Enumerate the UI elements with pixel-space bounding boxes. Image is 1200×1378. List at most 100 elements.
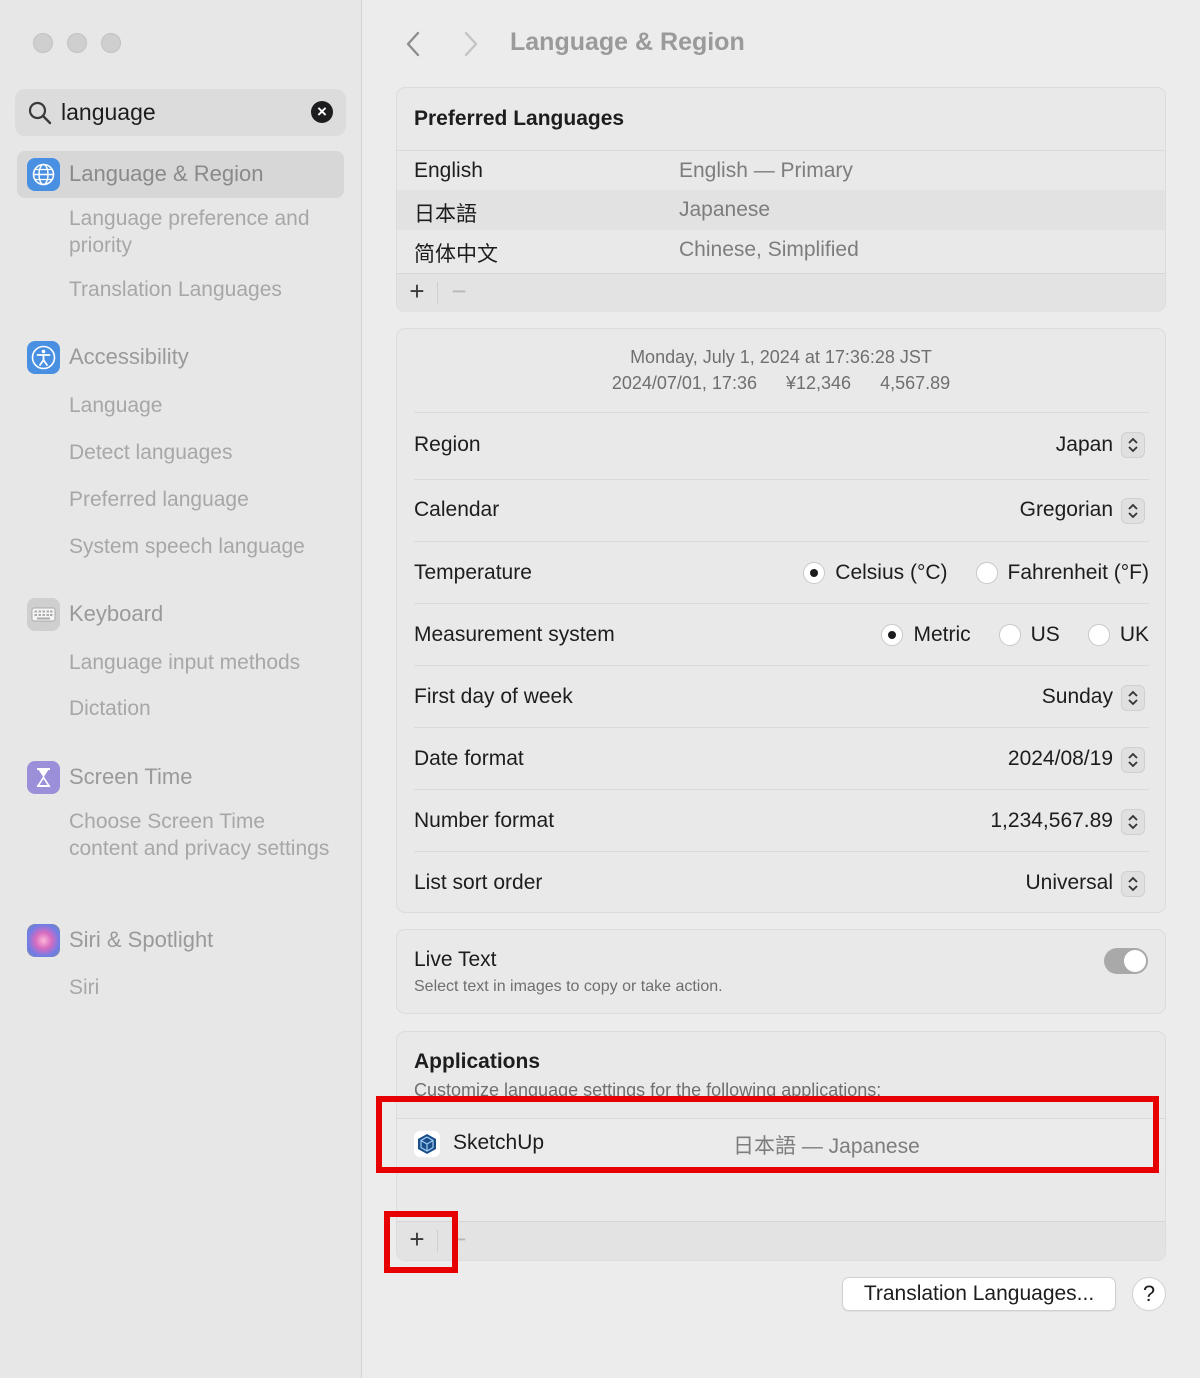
chevron-updown-icon[interactable] xyxy=(1121,498,1145,524)
sidebar-subitem[interactable]: Translation Languages xyxy=(69,276,339,303)
radio-button[interactable] xyxy=(998,624,1021,646)
minimize-window-button[interactable] xyxy=(67,33,87,53)
sidebar: × Language & Region Language preference … xyxy=(0,0,362,1378)
live-text-toggle[interactable] xyxy=(1104,948,1148,974)
number-format-select[interactable]: 1,234,567.89 xyxy=(990,809,1113,833)
sidebar-subitem[interactable]: Language input methods xyxy=(69,649,339,676)
row-label: Calendar xyxy=(414,498,500,521)
sidebar-item-siri-spotlight[interactable]: Siri & Spotlight xyxy=(17,917,344,964)
sort-order-row: List sort order Universal xyxy=(414,851,1149,914)
calendar-select[interactable]: Gregorian xyxy=(1020,498,1113,522)
highlight-box-add-button xyxy=(384,1211,458,1273)
row-label: Temperature xyxy=(414,561,532,584)
chevron-updown-icon[interactable] xyxy=(1121,747,1145,773)
sidebar-item-accessibility[interactable]: Accessibility xyxy=(17,334,344,381)
radio-label: Celsius (°C) xyxy=(835,561,948,584)
zoom-window-button[interactable] xyxy=(101,33,121,53)
sidebar-item-language-region[interactable]: Language & Region xyxy=(17,151,344,198)
sidebar-subitem[interactable]: Siri xyxy=(69,974,339,1001)
globe-icon xyxy=(27,158,60,191)
radio-button[interactable] xyxy=(803,562,826,584)
sidebar-subitem[interactable]: Language xyxy=(69,392,339,419)
back-chevron-icon[interactable] xyxy=(398,29,428,59)
close-window-button[interactable] xyxy=(33,33,53,53)
row-label: First day of week xyxy=(414,685,573,708)
highlight-box-sketchup-row xyxy=(376,1096,1159,1173)
language-row[interactable]: 简体中文 Chinese, Simplified xyxy=(397,230,1165,270)
live-text-description: Select text in images to copy or take ac… xyxy=(414,978,723,995)
language-name: 简体中文 xyxy=(414,243,498,266)
live-text-panel: Live Text Select text in images to copy … xyxy=(396,929,1166,1014)
language-desc: Chinese, Simplified xyxy=(679,238,859,261)
sidebar-item-screen-time[interactable]: Screen Time xyxy=(17,754,344,801)
page-title: Language & Region xyxy=(510,28,745,56)
translation-languages-button[interactable]: Translation Languages... xyxy=(842,1277,1116,1311)
chevron-updown-icon[interactable] xyxy=(1121,432,1145,458)
date-format-select[interactable]: 2024/08/19 xyxy=(1008,747,1113,771)
radio-button[interactable] xyxy=(1087,624,1110,646)
language-desc: English — Primary xyxy=(679,159,853,182)
radio-label: US xyxy=(1030,623,1060,646)
row-label: Region xyxy=(414,433,481,456)
measurement-row: Measurement system Metric US UK xyxy=(414,603,1149,666)
sidebar-subitem[interactable]: Language preference and priority xyxy=(69,205,339,259)
search-field[interactable]: × xyxy=(15,89,346,136)
divider xyxy=(437,282,438,304)
language-list-toolbar: + − xyxy=(397,273,1165,312)
first-day-select[interactable]: Sunday xyxy=(1042,685,1113,709)
sidebar-subitem[interactable]: Dictation xyxy=(69,695,339,722)
radio-button[interactable] xyxy=(975,562,998,584)
row-label: Date format xyxy=(414,747,524,770)
region-format-panel: Monday, July 1, 2024 at 17:36:28 JST 202… xyxy=(396,328,1166,913)
help-button[interactable]: ? xyxy=(1132,1277,1166,1311)
live-text-title: Live Text xyxy=(414,948,497,971)
uk-option[interactable]: UK xyxy=(1087,623,1149,647)
sidebar-item-label: Screen Time xyxy=(69,764,193,789)
language-row[interactable]: 日本語 Japanese xyxy=(397,190,1165,230)
format-sample-line: 2024/07/01, 17:36 ¥12,346 4,567.89 xyxy=(397,373,1165,394)
chevron-updown-icon[interactable] xyxy=(1121,685,1145,711)
sidebar-item-keyboard[interactable]: Keyboard xyxy=(17,591,344,638)
language-name: English xyxy=(414,159,483,182)
chevron-updown-icon[interactable] xyxy=(1121,871,1145,897)
region-row: Region Japan xyxy=(414,412,1149,480)
row-label: Measurement system xyxy=(414,623,615,646)
language-name: 日本語 xyxy=(414,203,477,226)
clear-search-icon[interactable]: × xyxy=(311,101,333,123)
keyboard-icon xyxy=(27,598,60,631)
first-day-row: First day of week Sunday xyxy=(414,665,1149,728)
sidebar-subitem[interactable]: Detect languages xyxy=(69,439,339,466)
language-row[interactable]: English English — Primary xyxy=(397,150,1165,191)
radio-label: Fahrenheit (°F) xyxy=(1007,561,1149,584)
sidebar-subitem[interactable]: Preferred language xyxy=(69,486,339,513)
temperature-row: Temperature Celsius (°C) Fahrenheit (°F) xyxy=(414,541,1149,604)
search-icon xyxy=(28,101,52,125)
celsius-option[interactable]: Celsius (°C) xyxy=(803,561,948,585)
measurement-radio-group: Metric US UK xyxy=(853,623,1149,647)
sidebar-subitem[interactable]: System speech language xyxy=(69,533,339,560)
temperature-radio-group: Celsius (°C) Fahrenheit (°F) xyxy=(775,561,1149,585)
radio-button[interactable] xyxy=(881,624,904,646)
sidebar-item-label: Accessibility xyxy=(69,344,189,369)
sort-order-select[interactable]: Universal xyxy=(1025,871,1113,895)
window-controls xyxy=(33,33,121,53)
section-heading: Applications xyxy=(414,1050,541,1073)
row-label: Number format xyxy=(414,809,555,832)
add-language-button[interactable]: + xyxy=(407,276,427,307)
remove-language-button[interactable]: − xyxy=(449,276,469,307)
format-sample-number: 4,567.89 xyxy=(880,373,951,393)
forward-chevron-icon[interactable] xyxy=(456,29,486,59)
us-option[interactable]: US xyxy=(998,623,1060,647)
sidebar-subitem[interactable]: Choose Screen Time content and privacy s… xyxy=(69,808,339,862)
metric-option[interactable]: Metric xyxy=(881,623,971,647)
region-select[interactable]: Japan xyxy=(1056,433,1113,457)
number-format-row: Number format 1,234,567.89 xyxy=(414,789,1149,852)
language-desc: Japanese xyxy=(679,198,771,221)
search-input[interactable] xyxy=(61,97,301,127)
hourglass-icon xyxy=(27,761,60,794)
row-label: List sort order xyxy=(414,871,543,894)
sidebar-item-label: Siri & Spotlight xyxy=(69,927,214,952)
chevron-updown-icon[interactable] xyxy=(1121,809,1145,835)
sidebar-item-label: Keyboard xyxy=(69,601,164,626)
fahrenheit-option[interactable]: Fahrenheit (°F) xyxy=(975,561,1149,585)
